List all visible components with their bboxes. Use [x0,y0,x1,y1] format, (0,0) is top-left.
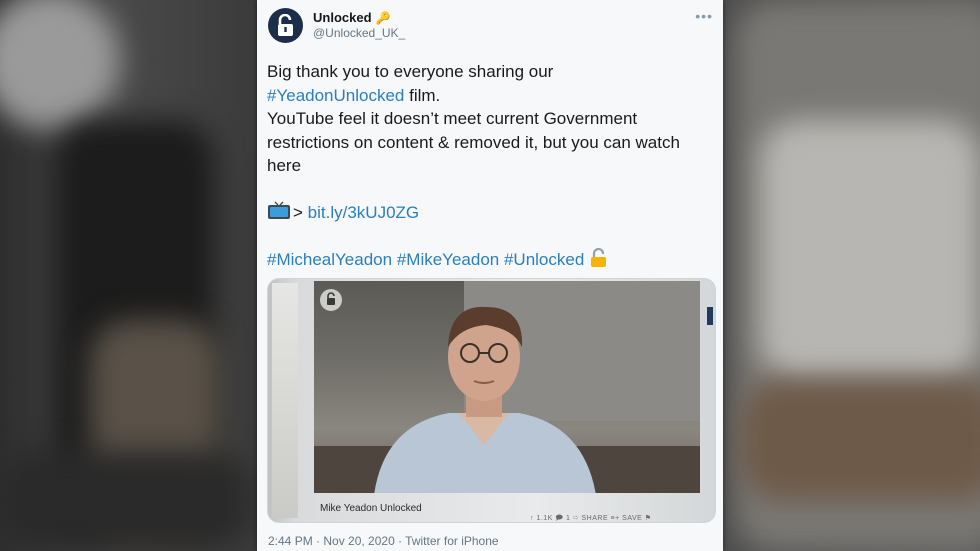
hashtag-link[interactable]: #MichealYeadon [267,250,392,269]
video-stats: ↑ 1.1K 🗩 1 ⇨ SHARE ≡+ SAVE ⚑ [530,515,652,522]
text-line: here [267,156,302,175]
tweet-card[interactable]: Unlocked 🔑 @Unlocked_UK_ ••• Big thank yo… [257,0,723,551]
hashtag-link[interactable]: #MikeYeadon [397,250,499,269]
open-lock-icon [591,248,607,267]
display-name[interactable]: Unlocked 🔑 [313,10,390,25]
television-icon [268,201,290,219]
hashtag-link[interactable]: #Unlocked [504,250,584,269]
video-frame [314,281,700,493]
video-thumbnail[interactable]: Mike Yeadon Unlocked ↑ 1.1K 🗩 1 ⇨ SHARE … [267,278,716,523]
short-url-link[interactable]: bit.ly/3kUJ0ZG [308,203,419,222]
padlock-logo-icon [278,14,293,36]
text-line: Big thank you to everyone sharing our [267,62,554,81]
more-options-icon[interactable]: ••• [695,8,713,24]
text-line: restrictions on content & removed it, bu… [267,132,680,152]
avatar[interactable] [268,8,303,43]
key-icon: 🔑 [375,11,391,25]
person-figure [374,306,596,493]
channel-logo-icon [320,289,342,311]
tweet-text: Big thank you to everyone sharing our #Y… [267,60,717,272]
hashtag-link[interactable]: #YeadonUnlocked [267,86,404,105]
user-handle[interactable]: @Unlocked_UK_ [313,26,405,40]
text-line: #YeadonUnlocked film. [267,85,441,105]
link-line: > bit.ly/3kUJ0ZG [267,201,717,225]
tweet-timestamp[interactable]: 2:44 PM · Nov 20, 2020 · Twitter for iPh… [268,534,499,548]
hashtags-line: #MichealYeadon #MikeYeadon #Unlocked [267,248,717,272]
text-line: YouTube feel it doesn’t meet current Gov… [267,109,638,128]
video-caption: Mike Yeadon Unlocked [320,503,422,514]
